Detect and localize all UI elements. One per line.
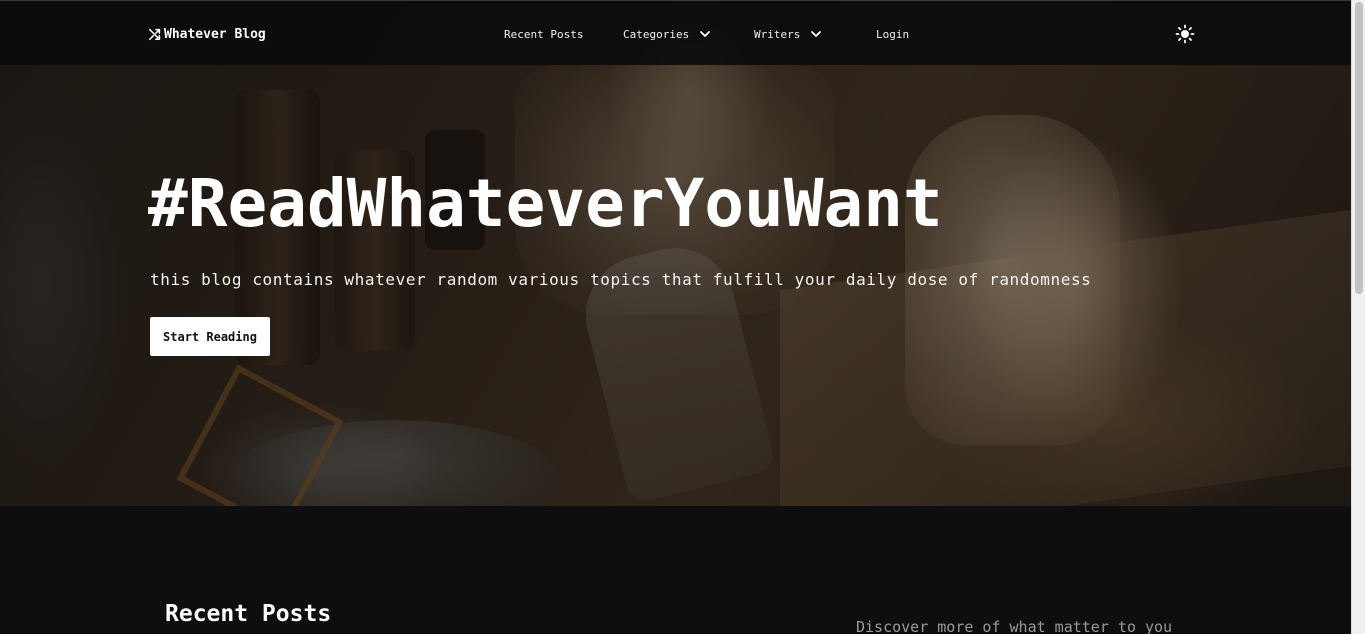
brand-link[interactable]: Whatever Blog — [148, 24, 266, 44]
nav-item-recent-posts[interactable]: Recent Posts — [504, 23, 583, 45]
navbar: Whatever Blog Recent Posts Categories Wr… — [0, 0, 1351, 65]
start-reading-button[interactable]: Start Reading — [150, 317, 270, 356]
chevron-down-icon — [811, 31, 822, 37]
hero-overlay — [0, 0, 1351, 506]
section-title: Recent Posts — [165, 601, 332, 627]
nav-item-categories[interactable]: Categories — [623, 23, 711, 45]
hero-subtitle: this blog contains whatever random vario… — [150, 270, 1092, 289]
shuffle-icon — [148, 28, 161, 41]
theme-toggle-button[interactable] — [1175, 24, 1195, 44]
page-scrollbar[interactable] — [1351, 0, 1365, 634]
sidebar-tagline: Discover more of what matter to you — [856, 618, 1173, 634]
nav-item-label: Recent Posts — [504, 27, 584, 41]
sun-icon — [1175, 24, 1195, 44]
hero-title: #ReadWhateverYouWant — [148, 165, 943, 242]
brand-name: Whatever Blog — [164, 26, 266, 42]
nav-item-login[interactable]: Login — [876, 23, 909, 45]
page: #ReadWhateverYouWant this blog contains … — [0, 0, 1365, 634]
nav-item-writers[interactable]: Writers — [754, 23, 822, 45]
nav-item-label: Login — [876, 27, 910, 41]
nav-item-label: Writers — [754, 27, 801, 41]
recent-posts-section: Recent Posts Discover more of what matte… — [0, 506, 1351, 634]
scrollbar-thumb[interactable] — [1355, 2, 1363, 294]
chevron-down-icon — [700, 31, 711, 37]
hero-section: #ReadWhateverYouWant this blog contains … — [0, 0, 1351, 547]
nav-item-label: Categories — [623, 27, 690, 41]
